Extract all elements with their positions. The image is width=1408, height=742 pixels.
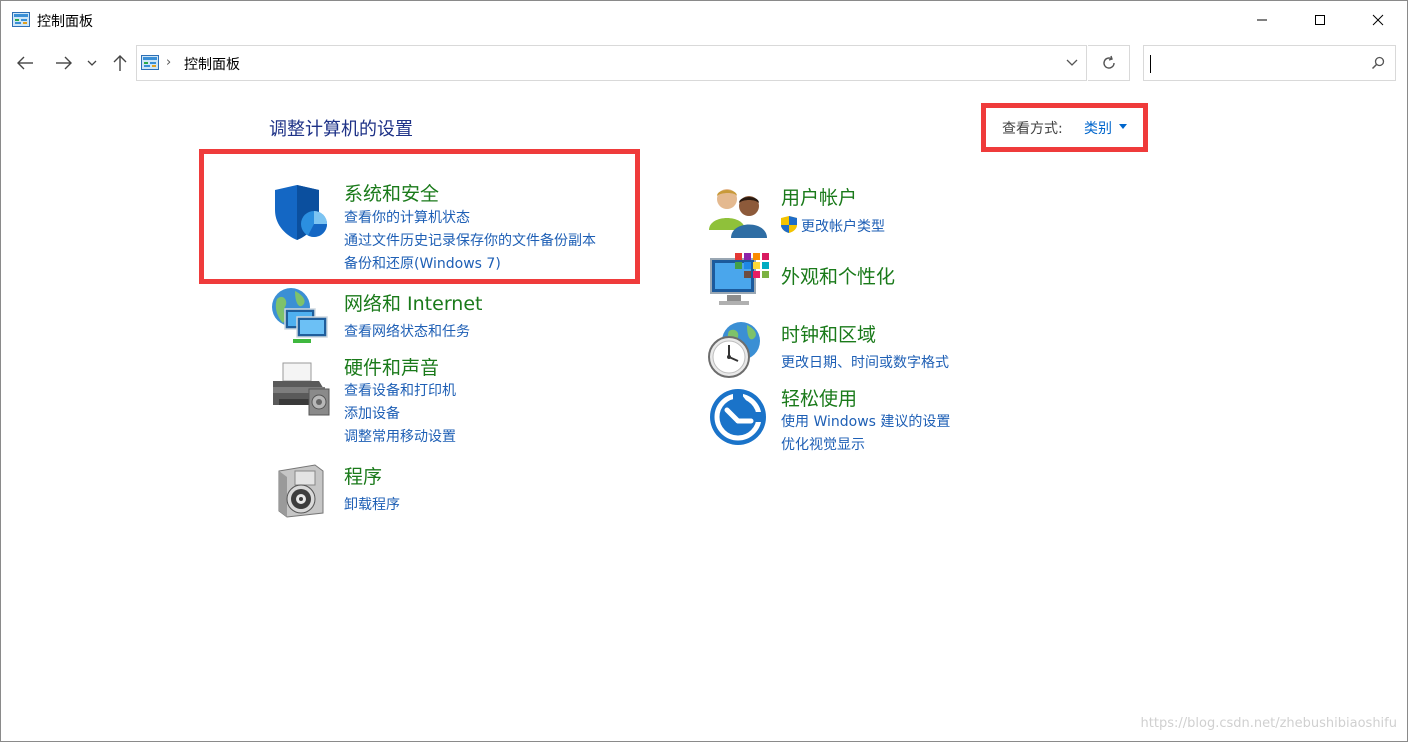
arrow-left-icon <box>17 56 33 70</box>
link-optimize-visual-display[interactable]: 优化视觉显示 <box>781 434 865 454</box>
arrow-up-icon <box>113 55 127 71</box>
refresh-button[interactable] <box>1088 45 1130 81</box>
link-file-history-backup[interactable]: 通过文件历史记录保存你的文件备份副本 <box>344 230 596 250</box>
network-globe-icon[interactable] <box>269 287 331 345</box>
maximize-button[interactable] <box>1291 1 1349 39</box>
control-panel-icon <box>12 12 30 27</box>
category-title-clock-region[interactable]: 时钟和区域 <box>781 320 876 347</box>
search-input[interactable] <box>1150 52 1364 76</box>
programs-disc-icon[interactable] <box>275 463 327 519</box>
link-backup-restore-win7[interactable]: 备份和还原(Windows 7) <box>344 253 501 273</box>
close-icon <box>1372 14 1384 26</box>
link-network-status[interactable]: 查看网络状态和任务 <box>344 321 470 341</box>
appearance-monitor-icon[interactable] <box>709 251 769 307</box>
printer-icon[interactable] <box>269 361 331 419</box>
breadcrumb-separator: › <box>166 55 172 70</box>
page-title: 调整计算机的设置 <box>269 119 413 140</box>
shield-icon[interactable] <box>271 184 331 242</box>
link-mobility-settings[interactable]: 调整常用移动设置 <box>344 426 456 446</box>
link-change-account-type[interactable]: 更改帐户类型 <box>801 216 885 236</box>
search-box[interactable] <box>1143 45 1396 81</box>
link-recommended-settings[interactable]: 使用 Windows 建议的设置 <box>781 411 950 431</box>
dropdown-arrow-icon[interactable] <box>1119 124 1127 129</box>
ease-of-access-icon[interactable] <box>709 388 767 446</box>
window-title: 控制面板 <box>37 14 93 30</box>
chevron-down-icon <box>87 60 97 66</box>
category-title-hardware-sound[interactable]: 硬件和声音 <box>344 353 439 380</box>
link-add-device[interactable]: 添加设备 <box>344 403 400 423</box>
address-bar[interactable]: › 控制面板 <box>136 45 1087 81</box>
control-panel-window: 控制面板 › 控制面板 调整计算机的设置 查看方式: 类别 系统和安全 查看你的… <box>0 0 1408 742</box>
category-title-programs[interactable]: 程序 <box>344 462 382 489</box>
minimize-button[interactable] <box>1233 1 1291 39</box>
link-change-date-time-format[interactable]: 更改日期、时间或数字格式 <box>781 352 949 372</box>
category-title-appearance[interactable]: 外观和个性化 <box>781 262 895 289</box>
category-title-ease-of-access[interactable]: 轻松使用 <box>781 384 857 411</box>
minimize-icon <box>1257 19 1267 21</box>
search-icon[interactable] <box>1371 56 1385 70</box>
breadcrumb-control-panel[interactable]: 控制面板 <box>184 54 240 74</box>
link-devices-printers[interactable]: 查看设备和打印机 <box>344 380 456 400</box>
recent-locations-button[interactable] <box>81 49 103 77</box>
category-title-network-internet[interactable]: 网络和 Internet <box>344 289 482 316</box>
link-uninstall-program[interactable]: 卸载程序 <box>344 494 400 514</box>
title-bar: 控制面板 <box>1 1 1407 39</box>
clock-globe-icon[interactable] <box>707 321 767 379</box>
link-view-computer-status[interactable]: 查看你的计算机状态 <box>344 207 470 227</box>
maximize-icon <box>1315 15 1325 25</box>
control-panel-icon <box>141 55 159 70</box>
category-title-system-security[interactable]: 系统和安全 <box>344 179 439 206</box>
view-by-dropdown[interactable]: 类别 <box>1084 118 1112 138</box>
up-button[interactable] <box>106 49 134 77</box>
watermark: https://blog.csdn.net/zhebushibiaoshifu <box>1140 716 1397 731</box>
uac-shield-icon <box>781 216 797 233</box>
view-by-label: 查看方式: <box>1002 121 1063 137</box>
category-title-user-accounts[interactable]: 用户帐户 <box>781 183 857 210</box>
back-button[interactable] <box>11 49 39 77</box>
users-icon[interactable] <box>709 186 769 238</box>
chevron-down-icon[interactable] <box>1066 57 1078 67</box>
arrow-right-icon <box>56 56 72 70</box>
close-button[interactable] <box>1349 1 1407 39</box>
refresh-icon <box>1102 55 1115 69</box>
forward-button[interactable] <box>50 49 78 77</box>
